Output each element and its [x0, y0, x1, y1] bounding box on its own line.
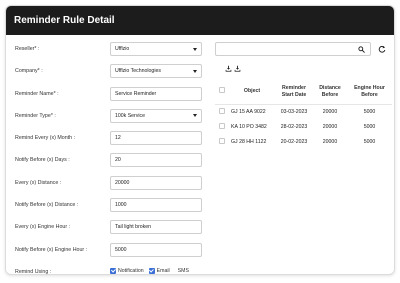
engine-hour-cell: 5000 [363, 123, 376, 130]
distance-cell: 20000 [322, 138, 338, 145]
company-value: Ufflzio Technologies [115, 68, 161, 75]
notify-before-engine-hour-row: Notify Before (x) Engine Hour : 5000 [15, 242, 207, 265]
distance-column-header[interactable]: Distance Before [313, 80, 347, 105]
refresh-icon[interactable] [378, 45, 386, 53]
reminder-name-row: Reminder Name* : Service Reminder [15, 86, 207, 109]
notify-before-distance-row: Notify Before (x) Distance : 1000 [15, 198, 207, 220]
search-icon[interactable] [358, 46, 365, 53]
company-row: Company* : Ufflzio Technologies [15, 64, 207, 86]
object-cell: GJ 15 AA 9022 [231, 108, 266, 115]
email-checkbox[interactable] [148, 267, 155, 274]
engine-hour-cell: 5000 [363, 138, 376, 145]
notify-before-engine-hour-label: Notify Before (x) Engine Hour : [15, 246, 88, 253]
every-engine-hour-label: Every (x) Engine Hour : [15, 224, 71, 231]
sms-option-label[interactable]: SMS [178, 268, 189, 274]
row-select-cell [215, 104, 229, 119]
chevron-down-icon [193, 47, 197, 51]
every-engine-hour-row: Every (x) Engine Hour : Tail light broke… [15, 220, 207, 242]
reminder-type-select[interactable]: 100k Service [110, 108, 202, 123]
row-select-cell [215, 134, 229, 149]
company-select[interactable]: Ufflzio Technologies [110, 64, 202, 79]
notify-before-days-label: Notify Before (x) Days : [15, 157, 70, 164]
distance-cell: 20000 [322, 108, 338, 115]
object-cell: GJ 28 HH 1122 [231, 138, 267, 145]
reseller-select[interactable]: Ufflzio [110, 42, 202, 56]
distance-header-line1: Distance [319, 84, 341, 91]
table-header-row: Object Reminder Start Date Distance Before… [215, 80, 392, 105]
reminder-type-row: Reminder Type* : 100k Service [15, 108, 207, 131]
object-cell: KA 10 PO 3482 [231, 123, 267, 130]
select-all-cell [215, 80, 229, 105]
reseller-row: Reseller* : Ufflzio [15, 42, 207, 64]
reminder-name-label: Reminder Name* : [15, 90, 59, 97]
email-option-label: Email [156, 267, 170, 274]
start-date-header-line2: Start Date [281, 91, 307, 98]
download-icon[interactable] [225, 65, 232, 72]
start-date-header-line1: Reminder [282, 84, 306, 91]
table-row[interactable]: GJ 28 HH 1122 20-02-2023 20000 5000 [215, 134, 392, 149]
start-date-cell: 03-03-2023 [280, 108, 308, 115]
reminder-object-table: Object Reminder Start Date Distance Before… [215, 80, 392, 149]
remind-using-row: Remind Using : Notification Email SMS [15, 265, 207, 275]
reminder-name-value: Service Reminder [115, 90, 157, 97]
reminder-type-label: Reminder Type* : [15, 112, 56, 119]
every-distance-input[interactable]: 20000 [110, 175, 202, 190]
chevron-down-icon [193, 114, 197, 118]
object-column-header[interactable]: Object [229, 80, 275, 105]
reminder-type-value: 100k Service [115, 112, 145, 119]
notification-option-label: Notification [118, 267, 144, 274]
every-distance-row: Every (x) Distance : 20000 [15, 175, 207, 198]
notify-before-engine-hour-input[interactable]: 5000 [110, 242, 202, 257]
start-date-cell: 28-02-2023 [280, 123, 308, 130]
distance-header-line2: Before [321, 91, 339, 98]
remind-every-month-input[interactable]: 12 [110, 131, 202, 146]
every-engine-hour-value: Tail light broken [115, 224, 152, 231]
remind-using-options: Notification Email SMS [110, 267, 189, 274]
table-row[interactable]: KA 10 PO 3482 28-02-2023 20000 5000 [215, 119, 392, 134]
every-distance-value: 20000 [115, 179, 130, 186]
notification-option[interactable]: Notification [110, 267, 144, 274]
row-select-cell [215, 119, 229, 134]
chevron-down-icon [193, 69, 197, 73]
row-checkbox[interactable] [219, 122, 225, 129]
notify-before-distance-input[interactable]: 1000 [110, 198, 202, 213]
every-distance-label: Every (x) Distance : [15, 179, 62, 186]
reseller-value: Ufflzio [115, 46, 130, 52]
notify-before-days-input[interactable]: 20 [110, 153, 202, 168]
reminder-rule-card: Reminder Rule Detail Reseller* : Ufflzio… [5, 5, 395, 275]
engine-hour-cell: 5000 [363, 108, 376, 115]
engine-hour-column-header[interactable]: Engine Hour Before [347, 80, 392, 105]
engine-hour-header-line2: Before [361, 91, 378, 98]
notify-before-days-value: 20 [115, 157, 121, 164]
select-all-checkbox[interactable] [219, 87, 225, 94]
export-icon[interactable] [234, 65, 241, 72]
notify-before-engine-hour-value: 5000 [115, 246, 127, 253]
notify-before-days-row: Notify Before (x) Days : 20 [15, 153, 207, 175]
remind-every-month-row: Remind Every (x) Month : 12 [15, 131, 207, 153]
distance-cell: 20000 [322, 123, 338, 130]
notify-before-distance-label: Notify Before (x) Distance : [15, 202, 79, 209]
search-input[interactable] [215, 42, 371, 56]
row-checkbox[interactable] [219, 107, 225, 114]
notification-checkbox[interactable] [110, 267, 116, 274]
reseller-label: Reseller* : [15, 46, 40, 52]
remind-using-label: Remind Using : [15, 268, 52, 275]
reminder-name-input[interactable]: Service Reminder [110, 86, 202, 101]
notify-before-distance-value: 1000 [115, 202, 127, 209]
start-date-cell: 20-02-2023 [280, 138, 308, 145]
every-engine-hour-input[interactable]: Tail light broken [110, 220, 202, 235]
start-date-column-header[interactable]: Reminder Start Date [275, 80, 313, 105]
remind-every-month-value: 12 [115, 135, 121, 142]
engine-hour-header-line1: Engine Hour [354, 84, 385, 91]
table-row[interactable]: GJ 15 AA 9022 03-03-2023 20000 5000 [215, 104, 392, 119]
reminder-form: Reseller* : Ufflzio Company* : Ufflzio T… [15, 42, 207, 275]
row-checkbox[interactable] [219, 137, 225, 144]
email-option[interactable]: Email [148, 267, 170, 274]
company-label: Company* : [15, 68, 43, 75]
page-title: Reminder Rule Detail [6, 6, 394, 35]
remind-every-month-label: Remind Every (x) Month : [15, 135, 76, 142]
